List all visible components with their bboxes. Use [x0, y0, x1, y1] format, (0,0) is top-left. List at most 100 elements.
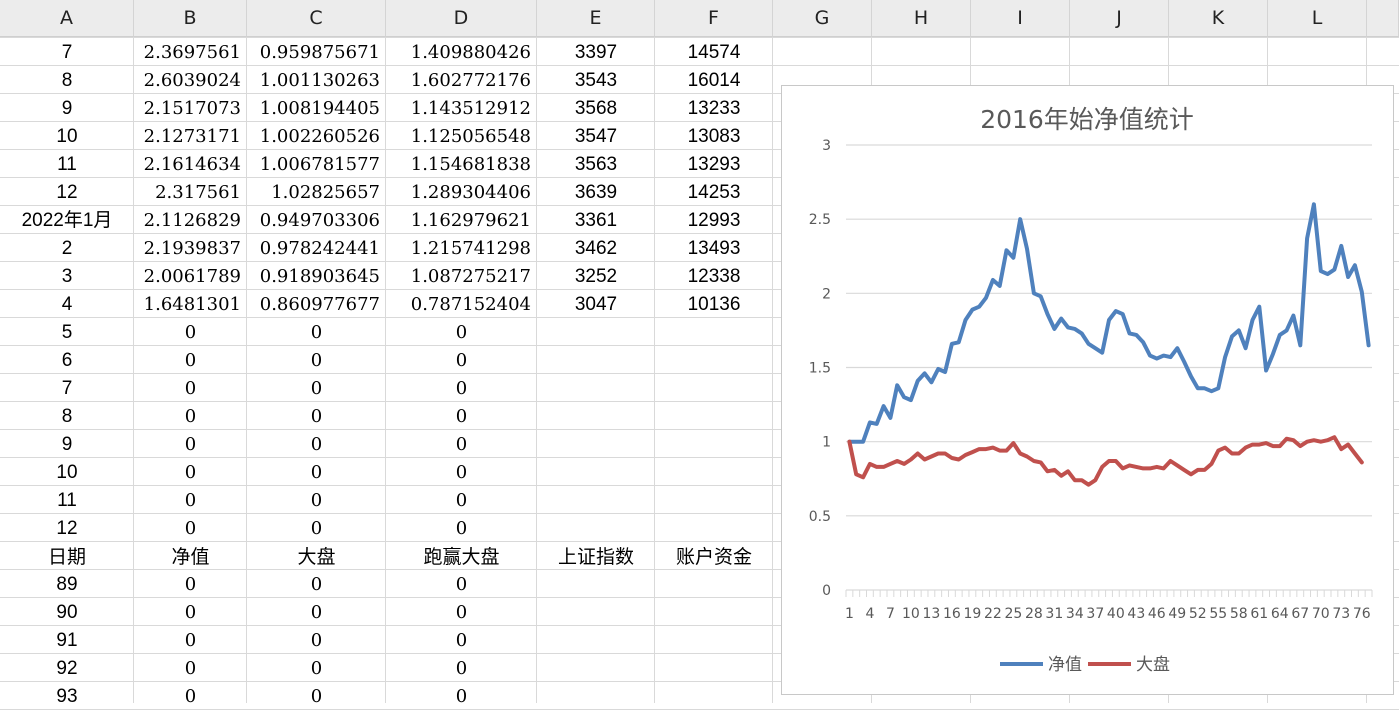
cell-index[interactable]: 3397: [537, 38, 655, 66]
cell-nav[interactable]: 2.1517073: [134, 94, 247, 122]
cell-market[interactable]: 0: [247, 682, 386, 710]
header-cell-index[interactable]: 上证指数: [537, 542, 655, 570]
column-header-l[interactable]: L: [1268, 0, 1367, 37]
cell-date[interactable]: 7: [0, 374, 134, 402]
cell-outperform[interactable]: 0: [386, 514, 537, 542]
cell-date[interactable]: 9: [0, 430, 134, 458]
cell-funds[interactable]: 13293: [655, 150, 773, 178]
cell-market[interactable]: 1.006781577: [247, 150, 386, 178]
cell-index[interactable]: 3462: [537, 234, 655, 262]
cell-market[interactable]: 0: [247, 486, 386, 514]
cell-market[interactable]: 0.949703306: [247, 206, 386, 234]
cell-market[interactable]: 0: [247, 430, 386, 458]
cell-index[interactable]: 3547: [537, 122, 655, 150]
cell-outperform[interactable]: 1.162979621: [386, 206, 537, 234]
cell-nav[interactable]: 2.6039024: [134, 66, 247, 94]
column-header-i[interactable]: I: [971, 0, 1070, 37]
cell-outperform[interactable]: 0: [386, 682, 537, 710]
cell-market[interactable]: 0: [247, 346, 386, 374]
cell-date[interactable]: 11: [0, 150, 134, 178]
cell-market[interactable]: 0.959875671: [247, 38, 386, 66]
cell-outperform[interactable]: 1.409880426: [386, 38, 537, 66]
cell-nav[interactable]: 0: [134, 626, 247, 654]
cell-nav[interactable]: 0: [134, 570, 247, 598]
cell-date[interactable]: 9: [0, 94, 134, 122]
cell-index[interactable]: 3361: [537, 206, 655, 234]
cell-date[interactable]: 93: [0, 682, 134, 710]
column-header-a[interactable]: A: [0, 0, 134, 37]
cell-index[interactable]: 3639: [537, 178, 655, 206]
cell-market[interactable]: 1.001130263: [247, 66, 386, 94]
cell-index[interactable]: 3563: [537, 150, 655, 178]
cell-outperform[interactable]: 0: [386, 598, 537, 626]
cell-date[interactable]: 90: [0, 598, 134, 626]
cell-funds[interactable]: 13083: [655, 122, 773, 150]
cell-nav[interactable]: 0: [134, 318, 247, 346]
header-cell-nav[interactable]: 净值: [134, 542, 247, 570]
cell-date[interactable]: 5: [0, 318, 134, 346]
cell-date[interactable]: 4: [0, 290, 134, 318]
cell-outperform[interactable]: 1.215741298: [386, 234, 537, 262]
cell-nav[interactable]: 0: [134, 430, 247, 458]
cell-date[interactable]: 2022年1月: [0, 206, 134, 234]
cell-market[interactable]: 0: [247, 654, 386, 682]
cell-nav[interactable]: 0: [134, 346, 247, 374]
cell-funds[interactable]: 13493: [655, 234, 773, 262]
cell-funds[interactable]: 12993: [655, 206, 773, 234]
cell-market[interactable]: 0: [247, 626, 386, 654]
cell-outperform[interactable]: 0: [386, 402, 537, 430]
cell-index[interactable]: 3047: [537, 290, 655, 318]
cell-market[interactable]: 1.008194405: [247, 94, 386, 122]
cell-outperform[interactable]: 0: [386, 570, 537, 598]
cell-funds[interactable]: 14253: [655, 178, 773, 206]
cell-nav[interactable]: 2.1939837: [134, 234, 247, 262]
cell-nav[interactable]: 0: [134, 374, 247, 402]
cell-date[interactable]: 92: [0, 654, 134, 682]
chart-legend[interactable]: 净值 大盘: [1000, 655, 1170, 675]
cell-market[interactable]: 0: [247, 458, 386, 486]
cell-date[interactable]: 7: [0, 38, 134, 66]
cell-market[interactable]: 0: [247, 514, 386, 542]
spreadsheet[interactable]: ABCDEFGHIJKL 7 2.3697561 0.959875671 1.4098…: [0, 0, 1399, 710]
cell-outperform[interactable]: 1.125056548: [386, 122, 537, 150]
cell-outperform[interactable]: 0.787152404: [386, 290, 537, 318]
cell-outperform[interactable]: 0: [386, 486, 537, 514]
cell-outperform[interactable]: 0: [386, 626, 537, 654]
cell-outperform[interactable]: 0: [386, 458, 537, 486]
cell-date[interactable]: 10: [0, 122, 134, 150]
cell-outperform[interactable]: 1.143512912: [386, 94, 537, 122]
column-header-b[interactable]: B: [134, 0, 247, 37]
line-chart[interactable]: 2016年始净值统计 0 0.5 1 1.5 2 2.5 3 1 4 7 10 13 16 19 22 25…: [781, 85, 1394, 695]
cell-nav[interactable]: 1.6481301: [134, 290, 247, 318]
cell-date[interactable]: 2: [0, 234, 134, 262]
cell-nav[interactable]: 0: [134, 514, 247, 542]
cell-market[interactable]: 1.002260526: [247, 122, 386, 150]
column-header-f[interactable]: F: [655, 0, 773, 37]
cell-market[interactable]: 0.918903645: [247, 262, 386, 290]
header-cell-market[interactable]: 大盘: [247, 542, 386, 570]
cell-nav[interactable]: 2.317561: [134, 178, 247, 206]
cell-date[interactable]: 12: [0, 514, 134, 542]
cell-outperform[interactable]: 1.154681838: [386, 150, 537, 178]
cell-market[interactable]: 0: [247, 598, 386, 626]
column-header-d[interactable]: D: [386, 0, 537, 37]
cell-outperform[interactable]: 0: [386, 346, 537, 374]
column-header-c[interactable]: C: [247, 0, 386, 37]
cell-outperform[interactable]: 1.289304406: [386, 178, 537, 206]
column-header-h[interactable]: H: [872, 0, 971, 37]
cell-nav[interactable]: 0: [134, 598, 247, 626]
header-cell-funds[interactable]: 账户资金: [655, 542, 773, 570]
cell-funds[interactable]: 16014: [655, 66, 773, 94]
cell-outperform[interactable]: 0: [386, 374, 537, 402]
cell-date[interactable]: 10: [0, 458, 134, 486]
cell-outperform[interactable]: 0: [386, 318, 537, 346]
cell-market[interactable]: 0: [247, 374, 386, 402]
cell-outperform[interactable]: 1.602772176: [386, 66, 537, 94]
cell-market[interactable]: 0.860977677: [247, 290, 386, 318]
cell-date[interactable]: 6: [0, 346, 134, 374]
cell-market[interactable]: 0: [247, 570, 386, 598]
cell-funds[interactable]: 13233: [655, 94, 773, 122]
cell-date[interactable]: 91: [0, 626, 134, 654]
cell-date[interactable]: 12: [0, 178, 134, 206]
cell-date[interactable]: 8: [0, 402, 134, 430]
